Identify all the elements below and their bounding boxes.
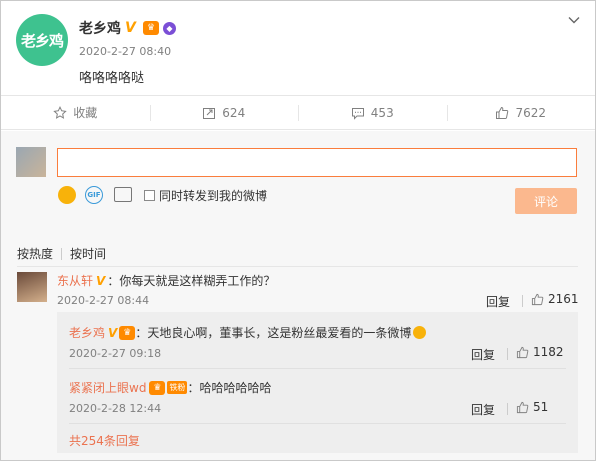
action-divider xyxy=(507,348,508,360)
reply-reply-button[interactable]: 回复 xyxy=(471,346,495,363)
weibo-post-card: 老乡鸡 老乡鸡 V ♛ ◆ 2020-2-27 08:40 咯咯咯咯哒 收藏 6… xyxy=(0,0,596,461)
post-time[interactable]: 2020-2-27 08:40 xyxy=(79,45,171,58)
thumbs-up-icon xyxy=(516,346,529,358)
sort-divider xyxy=(61,247,63,260)
repost-icon xyxy=(203,107,216,119)
comment-icon xyxy=(351,107,364,120)
repost-count: 624 xyxy=(222,105,246,120)
sort-by-time[interactable]: 按时间 xyxy=(70,245,106,262)
divider xyxy=(17,266,578,267)
gif-icon[interactable]: GIF xyxy=(85,186,103,204)
repost-button[interactable]: 624 xyxy=(149,96,299,129)
fan-badge: 铁粉 xyxy=(167,381,188,394)
post-text: 咯咯咯咯哒 xyxy=(79,71,145,86)
more-replies-link[interactable]: 共254条回复 xyxy=(69,432,140,449)
like-count: 7622 xyxy=(515,105,547,120)
chevron-down-icon[interactable] xyxy=(567,13,581,27)
thumbs-up-icon xyxy=(531,293,544,305)
reply-text: ：哈哈哈哈哈哈 xyxy=(187,381,272,395)
favorite-button[interactable]: 收藏 xyxy=(1,96,150,129)
current-user-avatar[interactable] xyxy=(16,147,46,177)
reply-reply-button[interactable]: 回复 xyxy=(471,401,495,418)
commenter-name[interactable]: 东从轩 xyxy=(57,272,93,289)
action-divider xyxy=(507,403,508,415)
image-icon[interactable] xyxy=(114,187,132,202)
verified-icon: V xyxy=(96,273,106,288)
comment-like-button[interactable]: 2161 xyxy=(531,292,579,306)
reply-user-name[interactable]: 紧紧闭上眼wd xyxy=(69,379,146,396)
reply-time: 2020-2-27 09:18 xyxy=(69,347,162,360)
comment-input[interactable] xyxy=(57,148,577,177)
sub-replies: 老乡鸡 V ♛ ：天地良心啊，董事长，这是粉丝最爱看的一条微博 2020-2-2… xyxy=(57,312,578,453)
vip-crown-icon: ♛ xyxy=(149,380,166,395)
vip-crown-icon: ♛ xyxy=(119,325,136,340)
repost-checkbox-label[interactable]: 同时转发到我的微博 xyxy=(159,187,267,204)
verified-icon: V xyxy=(125,20,136,36)
comment-button[interactable]: 453 xyxy=(298,96,447,129)
reply-user-name[interactable]: 老乡鸡 xyxy=(69,324,105,341)
thumbs-up-icon xyxy=(516,401,529,413)
sort-by-heat[interactable]: 按热度 xyxy=(17,245,53,262)
reply-text: ：天地良心啊，董事长，这是粉丝最爱看的一条微博 xyxy=(135,326,412,340)
reply-time: 2020-2-28 12:44 xyxy=(69,402,162,415)
comment-count: 453 xyxy=(370,105,394,120)
comment-reply-button[interactable]: 回复 xyxy=(486,293,510,310)
like-button[interactable]: 7622 xyxy=(446,96,596,129)
reply-like-count: 51 xyxy=(533,400,549,414)
comment-like-count: 2161 xyxy=(548,292,579,306)
comment-time: 2020-2-27 08:44 xyxy=(57,294,150,307)
author-line: 老乡鸡 V ♛ ◆ xyxy=(79,18,176,38)
thumbs-up-icon xyxy=(496,106,509,119)
emoji-icon[interactable] xyxy=(58,186,76,204)
member-badge-icon: ◆ xyxy=(163,21,176,35)
commenter-avatar[interactable] xyxy=(17,272,47,302)
comment-section: GIF 同时转发到我的微博 评论 按热度 按时间 东从轩 V ：你每天就是这样糊… xyxy=(1,131,595,460)
action-bar: 收藏 624 453 7622 xyxy=(1,95,595,130)
author-name[interactable]: 老乡鸡 xyxy=(79,18,121,38)
comment-line: 东从轩 V ：你每天就是这样糊弄工作的？ xyxy=(57,272,275,289)
reply-like-button[interactable]: 51 xyxy=(516,400,548,414)
star-icon xyxy=(53,105,67,119)
submit-comment-button[interactable]: 评论 xyxy=(515,188,577,214)
vip-crown-icon: ♛ xyxy=(143,21,159,35)
divider xyxy=(69,368,566,369)
crying-emoji-icon xyxy=(413,326,427,339)
verified-icon: V xyxy=(108,325,118,340)
author-avatar[interactable]: 老乡鸡 xyxy=(16,14,68,66)
repost-checkbox[interactable] xyxy=(144,190,155,201)
divider xyxy=(69,423,566,424)
reply-line: 紧紧闭上眼wd ♛ 铁粉 ：哈哈哈哈哈哈 xyxy=(69,379,271,396)
reply-like-button[interactable]: 1182 xyxy=(516,345,564,359)
reply-like-count: 1182 xyxy=(533,345,564,359)
action-divider xyxy=(522,295,523,307)
reply-line: 老乡鸡 V ♛ ：天地良心啊，董事长，这是粉丝最爱看的一条微博 xyxy=(69,324,427,341)
sort-toggle: 按热度 按时间 xyxy=(17,245,106,262)
favorite-label: 收藏 xyxy=(73,106,98,120)
comment-text: ：你每天就是这样糊弄工作的？ xyxy=(107,274,276,288)
